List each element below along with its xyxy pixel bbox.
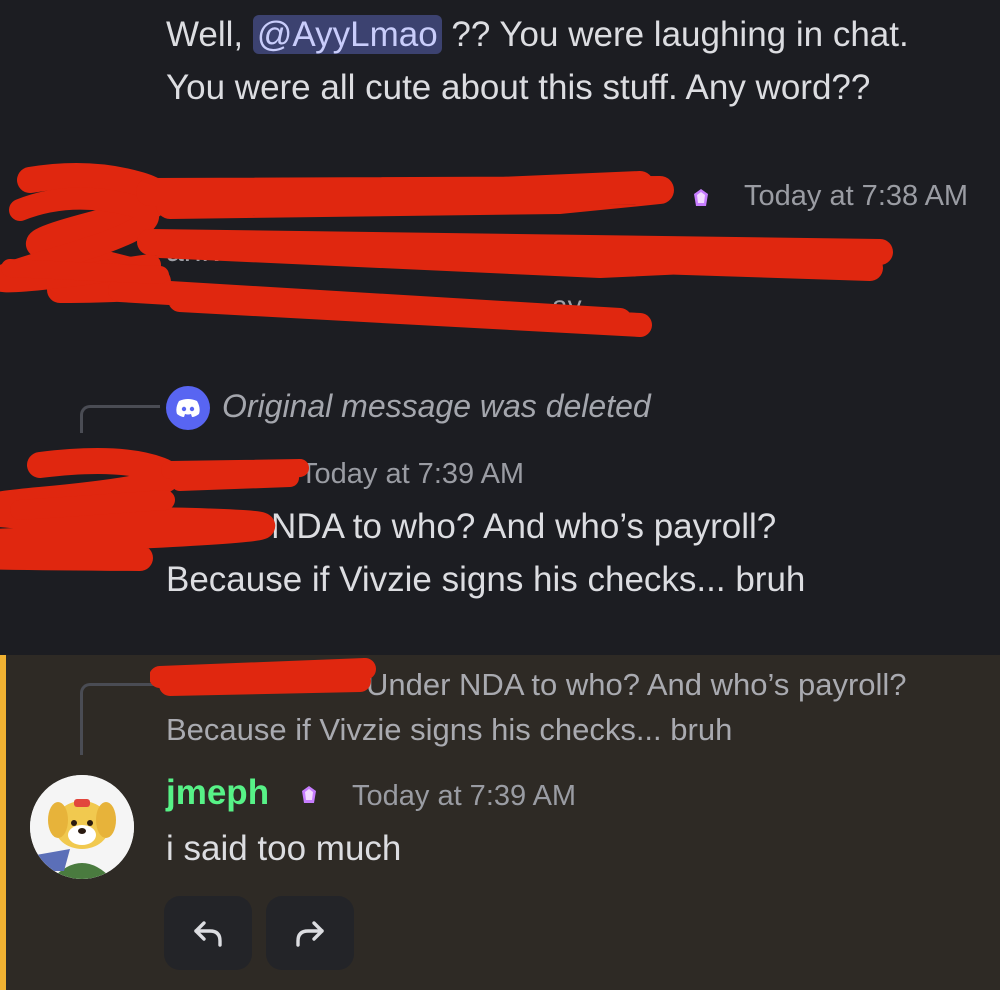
deleted-message-notice: Original message was deleted (222, 388, 651, 424)
text-segment: ?? You were laughing in chat. (441, 15, 909, 54)
discord-icon (166, 386, 210, 430)
isabelle-avatar[interactable] (30, 775, 134, 879)
role-icon (298, 784, 320, 811)
user-mention[interactable]: @AyyLmao (252, 15, 442, 54)
mention-highlight-bar (0, 655, 6, 990)
reply-spine (80, 405, 160, 433)
message-timestamp: Today at 7:39 AM (352, 780, 577, 812)
forward-arrow-icon (296, 921, 324, 947)
reply-preview-line-2[interactable]: Because if Vivzie signs his checks... br… (166, 707, 732, 753)
forward-button[interactable] (266, 896, 354, 970)
message-timestamp: Today at 7:39 AM (300, 458, 525, 490)
redaction-scribble (0, 448, 309, 571)
redaction-scribble (0, 163, 893, 337)
text-segment: Well, (166, 15, 253, 54)
reply-arrow-icon (194, 921, 222, 947)
reply-button[interactable] (164, 896, 252, 970)
message-text-line-2: You were all cute about this stuff. Any … (166, 68, 871, 107)
username[interactable]: jmeph (166, 773, 269, 813)
message-text-line-1: Well, @AyyLmao ?? You were laughing in c… (166, 8, 909, 62)
redaction-scribble (150, 658, 376, 696)
reply-preview-line-1[interactable]: Under NDA to who? And who’s payroll? (366, 662, 907, 708)
message-text: i said too much (166, 829, 402, 868)
reply-spine (80, 683, 160, 755)
